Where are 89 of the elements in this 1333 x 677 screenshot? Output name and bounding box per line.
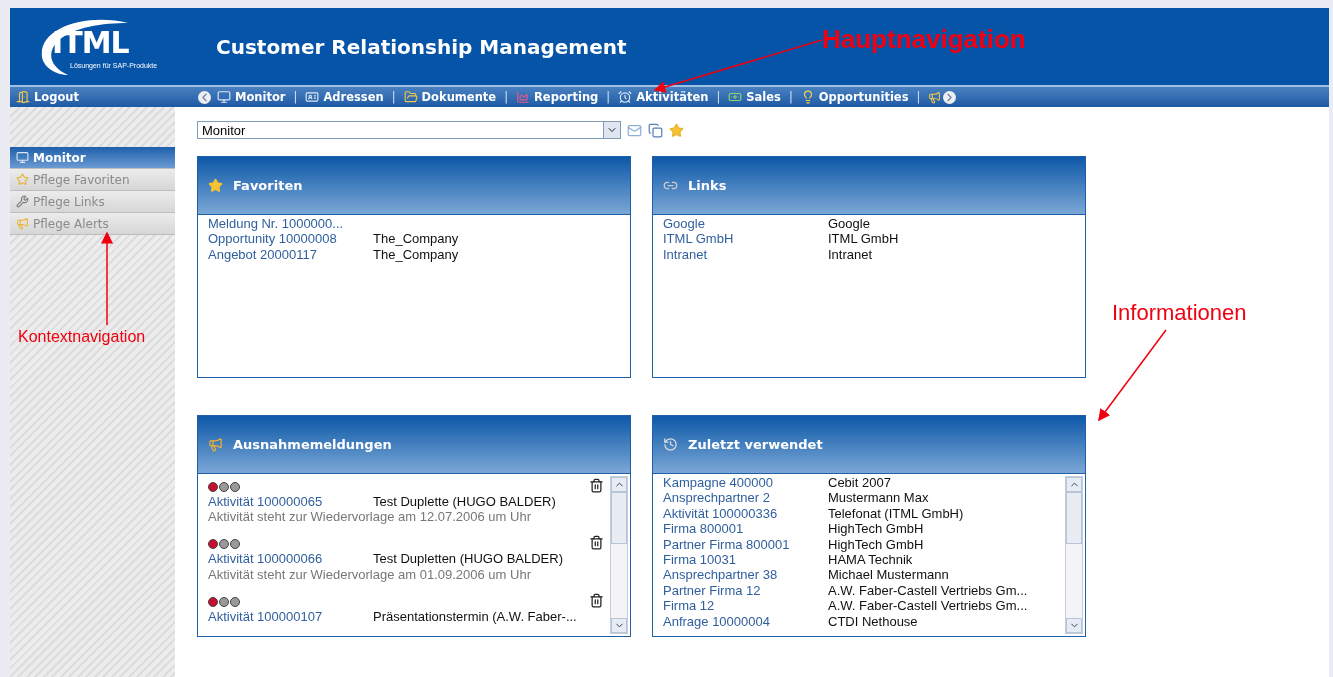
item-link[interactable]: Opportunity 10000008 [208, 231, 373, 247]
item-text: CTDI Nethouse [828, 613, 918, 629]
nav-separator: | [293, 90, 298, 104]
item-link[interactable]: Firma 12 [663, 598, 828, 614]
view-select[interactable]: Monitor [197, 121, 621, 139]
item-link[interactable]: Aktivität 100000066 [208, 551, 373, 567]
megaphone-icon[interactable] [928, 90, 942, 104]
item-link[interactable]: Ansprechpartner 38 [663, 567, 828, 583]
item-link[interactable]: Aktivität 100000336 [663, 505, 828, 522]
nav-separator: | [504, 90, 508, 104]
item-text: HAMA Technik [828, 551, 913, 568]
item-link[interactable]: Aktivität 100000065 [208, 494, 373, 510]
trash-icon[interactable] [589, 478, 604, 493]
nav-separator: | [606, 90, 611, 104]
scrollbar[interactable] [610, 476, 628, 634]
monitor-icon [16, 151, 29, 164]
panel-title: Favoriten [233, 178, 303, 193]
item-link[interactable]: Intranet [663, 246, 828, 263]
item-link[interactable]: Anfrage 10000004 [663, 613, 828, 629]
item-text: Telefonat (ITML GmbH) [828, 505, 964, 522]
annotation-label: Kontextnavigation [18, 328, 146, 346]
item-link[interactable]: Angebot 20000117 [208, 246, 373, 263]
monitor-icon [217, 90, 231, 104]
panel-title: Zuletzt verwendet [688, 437, 823, 452]
nav-link[interactable]: Opportunities [800, 90, 909, 104]
nav-separator: | [788, 90, 793, 104]
item-text: Intranet [828, 246, 873, 263]
panel-title: Links [688, 178, 727, 193]
item-link[interactable]: Ansprechpartner 2 [663, 490, 828, 506]
scrollbar[interactable] [1065, 476, 1083, 634]
nav-link[interactable]: Dokumente [403, 90, 497, 104]
nav-link[interactable]: Sales [728, 90, 781, 104]
item-text: Präsentationstermin (A.W. Faber-... [373, 608, 577, 625]
item-link[interactable]: Firma 800001 [663, 521, 828, 537]
previous-icon[interactable] [198, 90, 211, 104]
item-text: The_Company [373, 246, 459, 263]
item-note: Aktivität steht zur Wiedervorlage am 01.09.2006 um Uhr [208, 566, 532, 582]
item-text: Michael Mustermann [828, 567, 949, 583]
nav-separator: | [916, 90, 921, 104]
item-link[interactable]: Firma 10031 [663, 551, 828, 568]
app-title: Customer Relationship Management [216, 34, 627, 59]
item-link[interactable]: Meldung Nr. 1000000... [208, 216, 373, 232]
star-icon [208, 178, 223, 193]
history-icon [663, 437, 678, 452]
item-link[interactable]: Partner Firma 12 [663, 582, 828, 599]
chart-icon [516, 90, 530, 104]
item-link[interactable]: Aktivität 100000107 [208, 608, 373, 625]
nav-link[interactable]: Reporting [516, 90, 599, 104]
next-icon[interactable] [943, 90, 957, 104]
star-icon [16, 173, 29, 186]
trash-icon[interactable] [589, 592, 604, 608]
door-icon [16, 90, 30, 104]
nav-link[interactable]: Adressen [305, 90, 384, 104]
annotation-label: Informationen [1112, 300, 1247, 326]
sidebar-item[interactable]: Monitor [10, 147, 175, 169]
megaphone-icon [208, 437, 223, 452]
trash-icon[interactable] [589, 535, 604, 551]
id-card-icon [305, 90, 320, 104]
nav-link[interactable]: Aktivitäten [618, 90, 709, 104]
alarm-clock-icon [618, 90, 633, 104]
wrench-icon [16, 195, 29, 208]
nav-separator: | [391, 90, 396, 104]
folder-icon [403, 90, 418, 104]
windows-icon[interactable] [648, 122, 663, 138]
nav-link[interactable]: Monitor [217, 90, 286, 104]
item-text: Test Dupletten (HUGO BALDER) [373, 551, 563, 567]
item-link[interactable]: ITML GmbH [663, 231, 828, 247]
item-text: ITML GmbH [828, 231, 899, 247]
logout-link[interactable]: Logout [10, 90, 198, 104]
item-text: Mustermann Max [828, 490, 929, 506]
item-text: The_Company [373, 231, 459, 247]
item-text: Test Duplette (HUGO BALDER) [373, 494, 556, 510]
annotation-label: Hauptnavigation [822, 24, 1026, 55]
item-link[interactable]: Kampagne 400000 [663, 475, 828, 491]
item-text: Cebit 2007 [828, 475, 891, 491]
mail-icon[interactable] [627, 122, 642, 138]
star-icon[interactable] [669, 122, 684, 138]
item-text: A.W. Faber-Castell Vertriebs Gm... [828, 598, 1028, 614]
item-text: Google [828, 216, 870, 232]
item-text: A.W. Faber-Castell Vertriebs Gm... [828, 582, 1028, 599]
item-note: Aktivität steht zur Wiedervorlage am 12.07.2006 um Uhr [208, 509, 532, 525]
banknote-icon [728, 90, 743, 104]
item-link[interactable]: Partner Firma 800001 [663, 536, 828, 552]
item-text: HighTech GmbH [828, 521, 924, 537]
nav-separator: | [716, 90, 721, 104]
item-link[interactable]: Google [663, 216, 828, 232]
megaphone-icon [16, 217, 29, 230]
panel-title: Ausnahmemeldungen [233, 437, 392, 452]
item-text: HighTech GmbH [828, 536, 924, 552]
